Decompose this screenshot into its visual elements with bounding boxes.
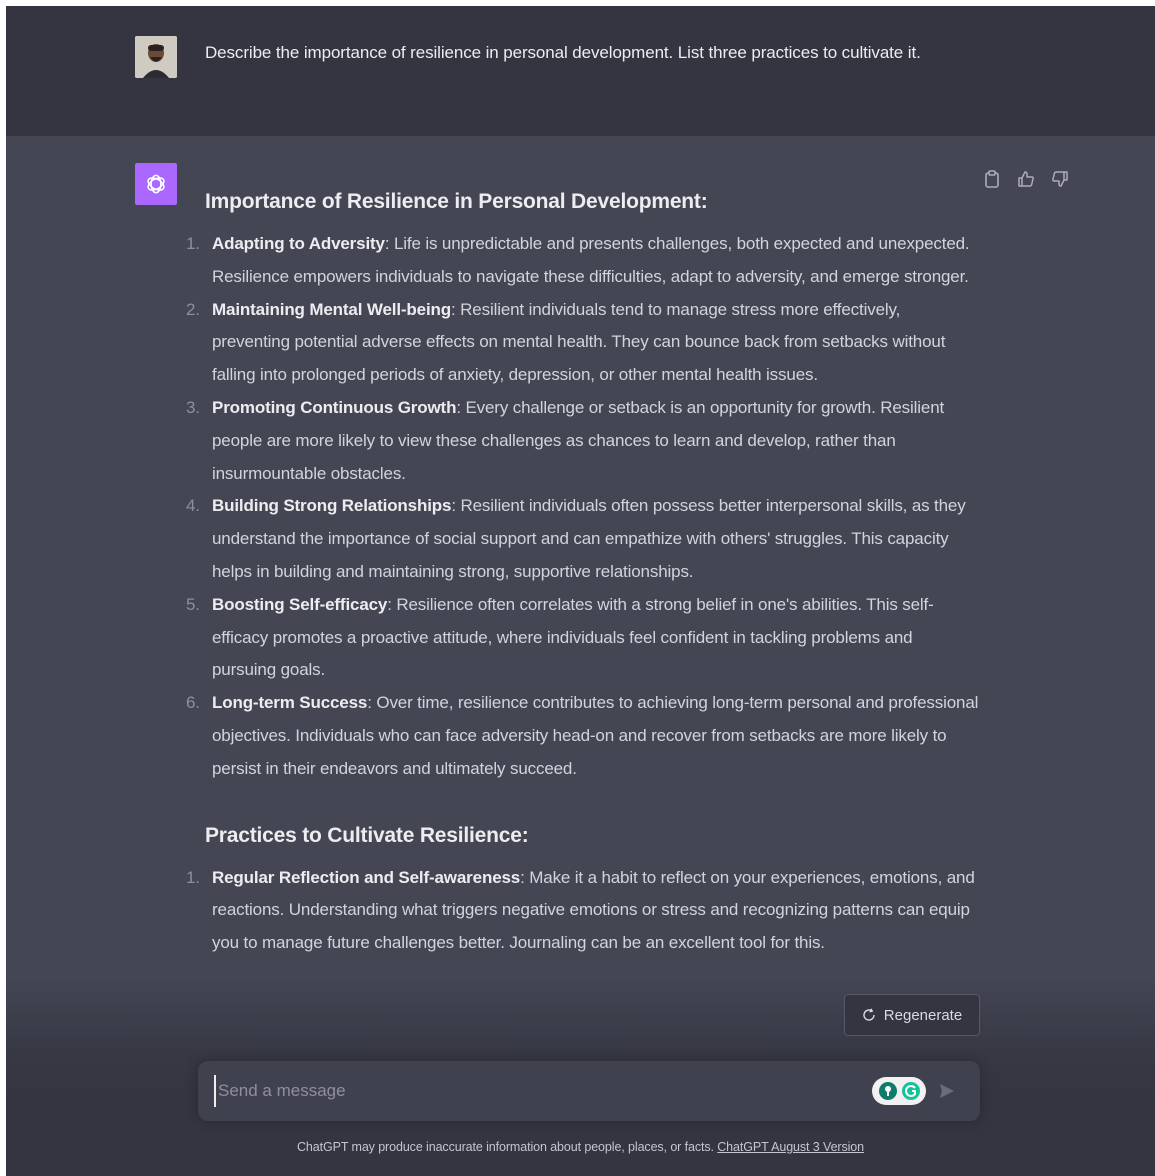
list-item: 5. Boosting Self-efficacy: Resilience oft… [186, 589, 980, 687]
list-item: 6. Long-term Success: Over time, resilien… [186, 687, 980, 785]
clipboard-icon[interactable] [982, 169, 1002, 189]
message-composer [198, 1061, 980, 1121]
user-photo-icon [135, 36, 177, 78]
list-number: 1. [186, 234, 200, 253]
list-item: 2. Maintaining Mental Well-being: Resilie… [186, 294, 980, 392]
list-number: 3. [186, 397, 200, 417]
grammarly-icon [901, 1082, 920, 1100]
version-link[interactable]: ChatGPT August 3 Version [717, 1140, 864, 1154]
list-item-title: Long-term Success [212, 693, 368, 713]
list-number: 2. [186, 299, 200, 319]
list-item-title: Building Strong Relationships [212, 496, 452, 516]
practices-list: 1. Regular Reflection and Self-awareness:… [186, 862, 980, 960]
chat-window: Describe the importance of resilience in… [6, 6, 1155, 1176]
assistant-message-content: Importance of Resilience in Personal Dev… [186, 188, 980, 960]
regenerate-label: Regenerate [883, 1006, 963, 1024]
list-number: 5. [186, 594, 200, 614]
section-heading-importance: Importance of Resilience in Personal Dev… [205, 190, 708, 213]
disclaimer-text: ChatGPT may produce inaccurate informati… [296, 1140, 718, 1154]
list-item: 4. Building Strong Relationships: Resilie… [186, 490, 980, 588]
list-item-title: Promoting Continuous Growth [212, 397, 457, 417]
thumbs-down-icon[interactable] [1050, 169, 1070, 189]
regenerate-button[interactable]: Regenerate [844, 994, 980, 1036]
list-item-title: Adapting to Adversity [212, 234, 385, 253]
list-number: 1. [186, 867, 200, 887]
list-number: 6. [186, 693, 200, 713]
footer-disclaimer: ChatGPT may produce inaccurate informati… [6, 1140, 1155, 1154]
list-item: 3. Promoting Continuous Growth: Every cha… [186, 392, 980, 490]
message-input[interactable] [214, 1075, 854, 1107]
list-item: 1. Regular Reflection and Self-awareness:… [186, 862, 980, 960]
list-item-title: Boosting Self-efficacy [212, 594, 388, 614]
thumbs-up-icon[interactable] [1016, 169, 1036, 189]
list-item-title: Maintaining Mental Well-being [212, 299, 452, 319]
location-pin-icon [878, 1082, 897, 1100]
refresh-icon [863, 1008, 875, 1021]
chatgpt-avatar [135, 163, 177, 205]
user-avatar [135, 36, 177, 78]
openai-logo-icon [147, 174, 165, 194]
send-arrow-icon [940, 1084, 954, 1098]
extension-badges[interactable] [872, 1077, 926, 1105]
user-message-text: Describe the importance of resilience in… [205, 43, 921, 62]
section-heading-practices: Practices to Cultivate Resilience: [205, 823, 529, 847]
user-message-row: Describe the importance of resilience in… [6, 6, 1155, 136]
list-item-title: Regular Reflection and Self-awareness [212, 867, 521, 887]
importance-list: 1. Adapting to Adversity: Life is unpredi… [186, 228, 980, 786]
message-actions [982, 169, 1070, 189]
send-button[interactable] [936, 1080, 958, 1102]
list-item: 1. Adapting to Adversity: Life is unpredi… [186, 228, 980, 294]
list-number: 4. [186, 496, 200, 516]
